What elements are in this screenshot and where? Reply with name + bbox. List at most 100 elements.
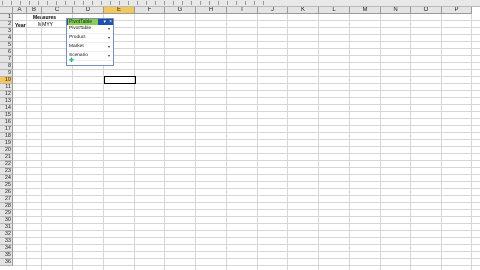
row-header-10[interactable]: 10: [0, 77, 13, 84]
column-header-g[interactable]: G: [165, 7, 196, 14]
column-header-e[interactable]: E: [104, 7, 135, 14]
toolbar-button[interactable]: [110, 1, 117, 5]
row-header-7[interactable]: 7: [0, 56, 13, 63]
row-header-14[interactable]: 14: [0, 105, 13, 112]
row-header-21[interactable]: 21: [0, 154, 13, 161]
column-header-n[interactable]: N: [381, 7, 411, 14]
row-header-6[interactable]: 6: [0, 49, 13, 56]
row-header-12[interactable]: 12: [0, 91, 13, 98]
row-header-4[interactable]: 4: [0, 35, 13, 42]
row-header-5[interactable]: 5: [0, 42, 13, 49]
toolbar-button[interactable]: [209, 1, 216, 5]
row-header-16[interactable]: 16: [0, 119, 13, 126]
column-header-j[interactable]: J: [258, 7, 288, 14]
column-header-f[interactable]: F: [135, 7, 165, 14]
row-header-31[interactable]: 31: [0, 224, 13, 231]
toolbar-button[interactable]: [164, 1, 171, 5]
toolbar-button[interactable]: [218, 1, 225, 5]
row-header-22[interactable]: 22: [0, 161, 13, 168]
grid-row-line: [13, 237, 480, 238]
pivot-menu-label: PivotTable: [69, 26, 92, 31]
grid-column-line: [471, 14, 472, 270]
row-header-35[interactable]: 35: [0, 252, 13, 259]
column-header-p[interactable]: P: [442, 7, 472, 14]
toolbar-button[interactable]: [74, 1, 81, 5]
row-header-30[interactable]: 30: [0, 217, 13, 224]
row-header-8[interactable]: 8: [0, 63, 13, 70]
column-header-b[interactable]: B: [27, 7, 42, 14]
toolbar-button[interactable]: [11, 1, 18, 5]
wizard-icon[interactable]: ✤: [69, 58, 74, 64]
pivot-menu-pivottable[interactable]: PivotTable ▾: [67, 25, 113, 34]
grid-row-line: [13, 216, 480, 217]
row-header-25[interactable]: 25: [0, 182, 13, 189]
row-header-33[interactable]: 33: [0, 238, 13, 245]
pivot-field-label: Product: [69, 35, 86, 40]
row-header-3[interactable]: 3: [0, 28, 13, 35]
row-header-26[interactable]: 26: [0, 189, 13, 196]
column-header-m[interactable]: M: [350, 7, 381, 14]
column-header-o[interactable]: O: [411, 7, 442, 14]
toolbar-button[interactable]: [182, 1, 189, 5]
row-header-18[interactable]: 18: [0, 133, 13, 140]
toolbar-button[interactable]: [227, 1, 234, 5]
toolbar-button[interactable]: [56, 1, 63, 5]
row-header-34[interactable]: 34: [0, 245, 13, 252]
grid-row-line: [13, 76, 480, 77]
column-header-d[interactable]: D: [73, 7, 104, 14]
toolbar-button[interactable]: [236, 1, 243, 5]
toolbar-button[interactable]: [47, 1, 54, 5]
grid-row-line: [13, 258, 480, 259]
row-header-20[interactable]: 20: [0, 147, 13, 154]
row-header-24[interactable]: 24: [0, 175, 13, 182]
row-header-2[interactable]: 2: [0, 21, 13, 28]
toolbar-button[interactable]: [137, 1, 144, 5]
toolbar-button[interactable]: [200, 1, 207, 5]
select-all-corner[interactable]: [0, 7, 13, 14]
column-header-a[interactable]: A: [13, 7, 27, 14]
toolbar-button[interactable]: [38, 1, 45, 5]
row-header-28[interactable]: 28: [0, 203, 13, 210]
row-header-19[interactable]: 19: [0, 140, 13, 147]
toolbar-button[interactable]: [101, 1, 108, 5]
toolbar-button[interactable]: [83, 1, 90, 5]
toolbar-button[interactable]: [191, 1, 198, 5]
row-header-27[interactable]: 27: [0, 196, 13, 203]
row-header-23[interactable]: 23: [0, 168, 13, 175]
grid-column-line: [41, 14, 42, 270]
toolbar-button[interactable]: [65, 1, 72, 5]
toolbar-button[interactable]: [254, 1, 261, 5]
row-header-36[interactable]: 36: [0, 259, 13, 266]
column-header-h[interactable]: H: [196, 7, 227, 14]
column-header-i[interactable]: I: [227, 7, 258, 14]
pivot-field-product[interactable]: Product ▾: [67, 34, 113, 43]
toolbar-button[interactable]: [263, 1, 270, 5]
toolbar-button[interactable]: [128, 1, 135, 5]
row-header-9[interactable]: 9: [0, 70, 13, 77]
toolbar-button[interactable]: [92, 1, 99, 5]
row-header-15[interactable]: 15: [0, 112, 13, 119]
toolbar-button[interactable]: [146, 1, 153, 5]
pivot-toolbar-title: PivotTable: [69, 19, 93, 25]
row-header-1[interactable]: 1: [0, 14, 13, 21]
row-header-11[interactable]: 11: [0, 84, 13, 91]
active-cell-e10[interactable]: [104, 76, 136, 84]
toolbar-button[interactable]: [119, 1, 126, 5]
row-header-13[interactable]: 13: [0, 98, 13, 105]
toolbar-button[interactable]: [155, 1, 162, 5]
grid-row-line: [13, 188, 480, 189]
toolbar-button[interactable]: [245, 1, 252, 5]
toolbar-button[interactable]: [2, 1, 9, 5]
pivot-table-toolbar[interactable]: PivotTable ▾ × PivotTable ▾ Product ▾ Ma…: [66, 18, 114, 66]
row-header-29[interactable]: 29: [0, 210, 13, 217]
toolbar-button[interactable]: [20, 1, 27, 5]
toolbar-button[interactable]: [173, 1, 180, 5]
column-header-l[interactable]: L: [319, 7, 350, 14]
row-header-32[interactable]: 32: [0, 231, 13, 238]
pivot-field-market[interactable]: Market ▾: [67, 43, 113, 52]
toolbar-button[interactable]: [29, 1, 36, 5]
row-header-17[interactable]: 17: [0, 126, 13, 133]
column-header-c[interactable]: C: [42, 7, 73, 14]
grid-row-line: [13, 83, 480, 84]
column-header-k[interactable]: K: [288, 7, 319, 14]
